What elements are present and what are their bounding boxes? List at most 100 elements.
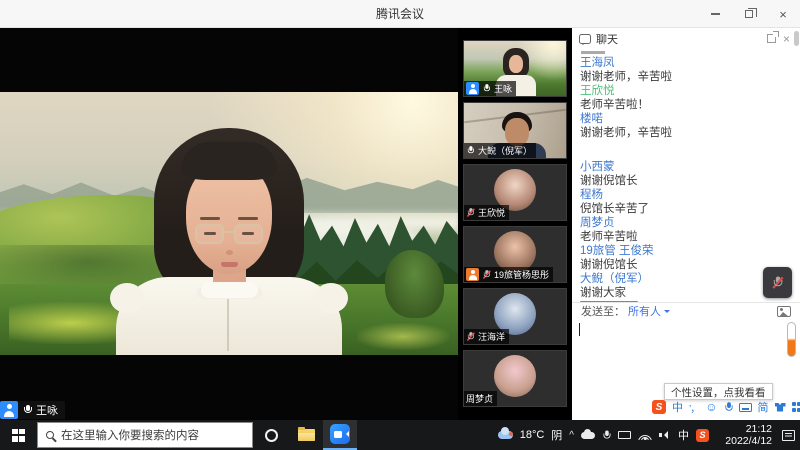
weather-temp[interactable]: 18°C [520, 429, 545, 441]
wifi-icon[interactable] [638, 431, 652, 440]
participant-label: 王咏 [464, 81, 516, 96]
tray-mic-icon[interactable] [602, 430, 610, 440]
sogou-ime-bar: S 中 ’， ☺ 简 [652, 399, 800, 415]
person-badge-icon [466, 268, 479, 281]
window-title: 腾讯会议 [0, 5, 800, 22]
clock-time: 21:12 [716, 423, 772, 435]
tray-expand-chevron[interactable]: ^ [569, 430, 574, 441]
chat-message: 王海凤 谢谢老师，辛苦啦 [580, 56, 790, 84]
emoji-icon[interactable]: ☺ [705, 401, 717, 413]
muted-mic-icon [773, 276, 783, 288]
close-icon: × [779, 7, 787, 22]
participant-thumbnail[interactable]: 王欣悦 [463, 164, 567, 221]
meeting-workspace: 王咏 王咏 大鲵（倪军） [0, 28, 800, 420]
chat-message-text: 老师辛苦啦！ [580, 98, 790, 112]
chat-message: 19旅管 王俊荣 谢谢倪馆长 [580, 244, 790, 272]
file-explorer-button[interactable] [289, 420, 323, 450]
weather-icon[interactable] [498, 431, 513, 439]
ime-toolbox-icon[interactable] [792, 402, 800, 412]
participant-name: 19旅管杨思彤 [494, 268, 549, 281]
ime-punctuation-toggle[interactable]: ’， [689, 400, 699, 415]
participant-thumbnail[interactable]: 19旅管杨思彤 [463, 226, 567, 283]
text-caret [579, 323, 580, 336]
tencent-meeting-icon [330, 424, 350, 444]
mic-icon [483, 84, 490, 93]
search-placeholder: 在这里输入你要搜索的内容 [61, 427, 199, 443]
send-to-label: 发送至： [581, 303, 625, 319]
chat-scrollbar-thumb[interactable] [794, 31, 799, 46]
chat-message-text: 谢谢倪馆长 [580, 258, 790, 272]
close-button[interactable]: × [766, 0, 800, 28]
send-to-dropdown[interactable]: 所有人 [628, 303, 670, 319]
chat-message: 王欣悦 老师辛苦啦！ [580, 84, 790, 112]
chat-message-text: 谢谢大家 [580, 286, 790, 300]
simp-trad-toggle[interactable]: 简 [758, 399, 769, 415]
person-badge-icon [466, 82, 479, 95]
chat-close-icon[interactable]: × [783, 33, 790, 45]
action-center-icon[interactable] [782, 430, 795, 441]
main-video-stage[interactable]: 王咏 [0, 28, 458, 420]
ime-lang-toggle[interactable]: 中 [672, 399, 683, 415]
start-button[interactable] [0, 420, 37, 450]
folder-icon [298, 429, 315, 441]
voice-input-icon[interactable] [724, 402, 733, 412]
participant-name: 大鲵（倪军） [478, 144, 532, 157]
glasses [195, 224, 224, 244]
weather-condition[interactable]: 阴 [551, 427, 562, 443]
minimize-icon [711, 13, 720, 15]
chat-message: 楼喏 谢谢老师，辛苦啦 [580, 112, 790, 140]
chat-message: 大鲵（倪军） 谢谢大家 [580, 272, 790, 300]
participant-avatar [494, 355, 536, 397]
participant-strip: 王咏 大鲵（倪军） 王欣悦 [458, 28, 572, 420]
chat-message-sender: 楼喏 [580, 112, 790, 126]
participant-thumbnail[interactable]: 周梦贞 [463, 350, 567, 407]
restore-button[interactable] [732, 0, 766, 28]
chat-message-text: 谢谢老师，辛苦啦 [580, 70, 790, 84]
mic-icon [467, 208, 474, 217]
chat-message: 程杨 倪馆长辛苦了 [580, 188, 790, 216]
tray-ime-lang[interactable]: 中 [678, 427, 689, 443]
main-speaker-label: 王咏 [0, 401, 65, 419]
search-icon [46, 431, 54, 439]
chat-panel: 聊天 × 王海凤 谢谢老师，辛苦啦 王欣悦 老师辛苦啦！ 楼喏 谢谢老师，辛苦啦… [572, 28, 800, 420]
chat-message-sender: 19旅管 王俊荣 [580, 244, 790, 258]
ime-status-capsule[interactable] [787, 322, 796, 357]
tray-keyboard-icon[interactable] [618, 431, 631, 439]
tray-sogou-icon[interactable]: S [696, 429, 709, 442]
main-speaker-name: 王咏 [36, 402, 58, 418]
clipped-message-bottom [580, 301, 638, 302]
chat-message-text: 倪馆长辛苦了 [580, 202, 790, 216]
participant-thumbnail[interactable]: 王咏 [463, 40, 567, 97]
cortana-icon [265, 429, 278, 442]
clock-date: 2022/4/12 [716, 435, 772, 447]
mic-icon [467, 332, 474, 341]
person-badge-icon [0, 401, 18, 419]
floating-muted-mic-indicator[interactable] [763, 267, 792, 298]
onedrive-icon[interactable] [581, 432, 595, 439]
participant-thumbnail[interactable]: 汪海洋 [463, 288, 567, 345]
volume-icon[interactable] [659, 431, 671, 440]
cortana-button[interactable] [253, 420, 289, 450]
participant-label: 汪海洋 [464, 329, 509, 344]
ime-tooltip: 个性设置，点我看看 [664, 383, 773, 400]
send-image-button[interactable] [777, 306, 791, 317]
taskbar-search[interactable]: 在这里输入你要搜索的内容 [37, 422, 253, 448]
speaker-person [109, 110, 349, 355]
chat-bubble-icon [579, 34, 591, 44]
windows-logo-icon [12, 429, 25, 442]
chat-message-sender: 王海凤 [580, 56, 790, 70]
minimize-button[interactable] [698, 0, 732, 28]
popout-icon[interactable] [767, 34, 776, 43]
participant-name: 周梦贞 [466, 392, 493, 405]
participant-label: 周梦贞 [464, 391, 497, 406]
chat-message-sender: 王欣悦 [580, 84, 790, 98]
sogou-logo-icon[interactable]: S [652, 400, 666, 414]
tencent-meeting-taskbar-button[interactable] [323, 420, 357, 450]
chat-message-sender: 小西蒙 [580, 160, 790, 174]
taskbar-clock[interactable]: 21:12 2022/4/12 [716, 423, 772, 447]
soft-keyboard-icon[interactable] [739, 403, 752, 412]
participant-thumbnail[interactable]: 大鲵（倪军） [463, 102, 567, 159]
ime-skin-icon[interactable] [775, 403, 786, 412]
chat-message-text: 老师辛苦啦 [580, 230, 790, 244]
chat-message: 周梦贞 老师辛苦啦 [580, 216, 790, 244]
